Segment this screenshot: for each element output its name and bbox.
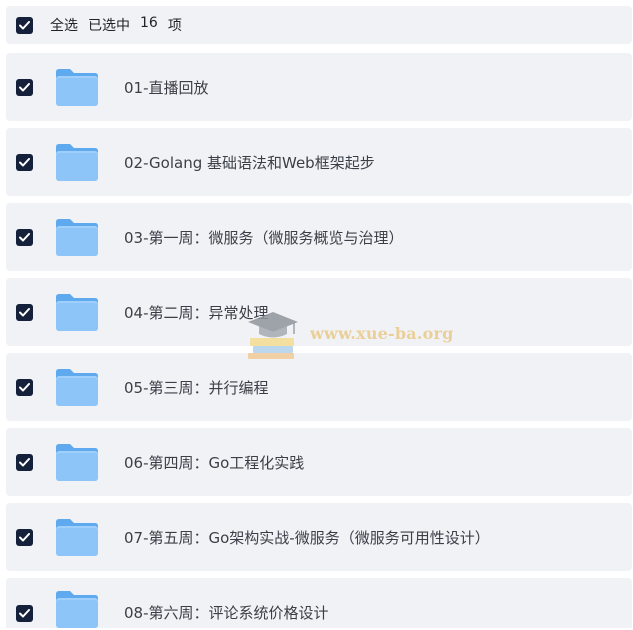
folder-name[interactable]: 06-第四周：Go工程化实践 bbox=[124, 452, 304, 473]
folder-row[interactable]: 04-第二周：异常处理 bbox=[6, 278, 632, 346]
selection-summary: 全选 已选中 16 项 bbox=[50, 15, 182, 35]
check-icon bbox=[19, 457, 30, 466]
folder-icon bbox=[56, 219, 98, 256]
check-icon bbox=[19, 307, 30, 316]
folder-icon bbox=[56, 369, 98, 406]
folder-name[interactable]: 03-第一周：微服务（微服务概览与治理） bbox=[124, 227, 404, 248]
row-checkbox[interactable] bbox=[16, 153, 33, 171]
folder-row[interactable]: 01-直播回放 bbox=[6, 53, 632, 121]
selected-prefix: 已选中 bbox=[88, 18, 130, 34]
check-icon bbox=[19, 82, 30, 91]
row-checkbox[interactable] bbox=[16, 528, 33, 546]
folder-row[interactable]: 05-第三周：并行编程 bbox=[6, 353, 632, 421]
folder-name[interactable]: 05-第三周：并行编程 bbox=[124, 377, 269, 398]
folder-name[interactable]: 01-直播回放 bbox=[124, 77, 209, 98]
folder-name[interactable]: 02-Golang 基础语法和Web框架起步 bbox=[124, 152, 375, 173]
row-checkbox[interactable] bbox=[16, 228, 33, 246]
row-checkbox[interactable] bbox=[16, 604, 33, 622]
folder-row[interactable]: 06-第四周：Go工程化实践 bbox=[6, 428, 632, 496]
folder-row[interactable]: 02-Golang 基础语法和Web框架起步 bbox=[6, 128, 632, 196]
check-icon bbox=[19, 20, 30, 29]
folder-icon bbox=[56, 69, 98, 106]
folder-icon bbox=[56, 294, 98, 331]
check-icon bbox=[19, 232, 30, 241]
selected-count: 16 bbox=[140, 15, 158, 31]
check-icon bbox=[19, 382, 30, 391]
folder-row[interactable]: 07-第五周：Go架构实战-微服务（微服务可用性设计） bbox=[6, 503, 632, 571]
folder-icon bbox=[56, 591, 98, 628]
folder-icon bbox=[56, 444, 98, 481]
row-checkbox[interactable] bbox=[16, 453, 33, 471]
select-all-label[interactable]: 全选 bbox=[50, 15, 78, 35]
check-icon bbox=[19, 608, 30, 617]
check-icon bbox=[19, 532, 30, 541]
check-icon bbox=[19, 157, 30, 166]
select-all-bar: 全选 已选中 16 项 bbox=[6, 6, 632, 44]
row-checkbox[interactable] bbox=[16, 378, 33, 396]
folder-icon bbox=[56, 144, 98, 181]
select-all-checkbox[interactable] bbox=[16, 16, 33, 34]
folder-name[interactable]: 08-第六周：评论系统价格设计 bbox=[124, 602, 329, 623]
folder-name[interactable]: 04-第二周：异常处理 bbox=[124, 302, 269, 323]
folder-name[interactable]: 07-第五周：Go架构实战-微服务（微服务可用性设计） bbox=[124, 527, 490, 548]
folder-row[interactable]: 03-第一周：微服务（微服务概览与治理） bbox=[6, 203, 632, 271]
folder-icon bbox=[56, 519, 98, 556]
row-checkbox[interactable] bbox=[16, 78, 33, 96]
row-checkbox[interactable] bbox=[16, 303, 33, 321]
folder-row[interactable]: 08-第六周：评论系统价格设计 bbox=[6, 578, 632, 628]
selected-suffix: 项 bbox=[167, 18, 182, 34]
